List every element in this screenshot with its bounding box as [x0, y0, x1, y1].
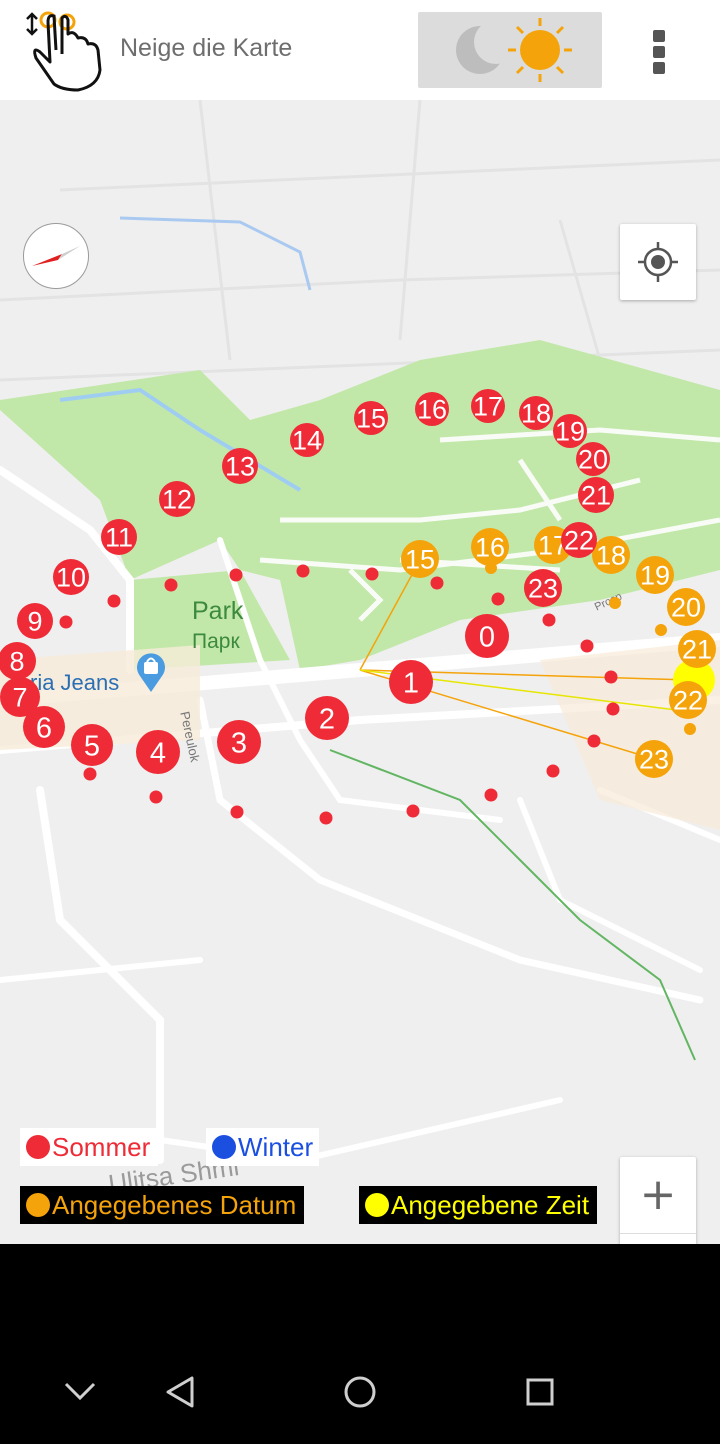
summer-marker-label: 12 — [162, 485, 192, 515]
summer-minor-dot — [580, 639, 594, 653]
system-nav-bar — [0, 1340, 720, 1440]
summer-marker-label: 14 — [292, 426, 322, 456]
summer-minor-dot — [587, 734, 601, 748]
summer-minor-dot — [430, 576, 444, 590]
date-marker-label: 22 — [673, 686, 703, 716]
summer-minor-dot — [164, 578, 178, 592]
summer-minor-dot — [149, 790, 163, 804]
summer-minor-dot — [365, 567, 379, 581]
summer-marker-label: 0 — [479, 621, 495, 653]
legend-winter: Winter — [206, 1128, 320, 1166]
summer-marker-label: 15 — [356, 404, 386, 434]
summer-minor-dot — [229, 568, 243, 582]
zoom-in-button[interactable]: + — [620, 1157, 696, 1233]
date-marker-label: 19 — [640, 561, 670, 591]
summer-marker-label: 18 — [521, 399, 551, 429]
summer-marker-label: 8 — [9, 647, 24, 677]
summer-minor-dot — [542, 613, 556, 627]
summer-minor-dot — [606, 702, 620, 716]
summer-marker-label: 3 — [231, 727, 247, 759]
winter-dot-icon — [212, 1135, 236, 1159]
date-marker-label: 23 — [639, 745, 669, 775]
zoom-control: + − — [620, 1157, 696, 1244]
date-marker-label: 18 — [596, 541, 626, 571]
legend-summer: Sommer — [20, 1128, 159, 1166]
summer-minor-dot — [59, 615, 73, 629]
summer-minor-dot — [406, 804, 420, 818]
recents-icon[interactable] — [526, 1378, 554, 1406]
summer-dot-icon — [26, 1135, 50, 1159]
summer-minor-dot — [319, 811, 333, 825]
back-icon[interactable] — [166, 1376, 194, 1408]
date-minor-dot — [655, 624, 667, 636]
summer-minor-dot — [107, 594, 121, 608]
summer-minor-dot — [230, 805, 244, 819]
zoom-out-button[interactable]: − — [620, 1233, 696, 1244]
summer-minor-dot — [604, 670, 618, 684]
legend-summer-label: Sommer — [52, 1131, 151, 1162]
summer-marker-label: 16 — [417, 395, 447, 425]
menu-icon[interactable] — [640, 24, 680, 78]
sun-path-markers: 15 16 17 1819202122230123456789101112131415… — [0, 389, 716, 825]
summer-marker-label: 21 — [581, 481, 611, 511]
legend-date-label: Angegebenes Datum — [52, 1189, 297, 1220]
day-night-toggle[interactable] — [418, 12, 602, 88]
time-dot-icon — [365, 1193, 389, 1217]
summer-marker-label: 5 — [84, 730, 100, 762]
summer-minor-dot — [296, 564, 310, 578]
legend-time: Angegebene Zeit — [359, 1186, 598, 1224]
hand-tilt-icon[interactable] — [18, 10, 106, 92]
summer-marker-label: 1 — [403, 667, 419, 699]
legend-date: Angegebenes Datum — [20, 1186, 305, 1224]
summer-marker-label: 17 — [473, 392, 503, 422]
sun-icon — [508, 18, 572, 82]
legend-winter-label: Winter — [238, 1131, 314, 1162]
summer-marker-label: 20 — [578, 445, 608, 475]
summer-marker-label: 2 — [319, 703, 335, 735]
legend-time-label: Angegebene Zeit — [391, 1189, 590, 1220]
my-location-icon[interactable] — [620, 224, 696, 300]
hide-keyboard-icon[interactable] — [64, 1382, 96, 1401]
date-marker-label: 21 — [682, 635, 712, 665]
date-minor-dot — [609, 597, 621, 609]
summer-marker-label: 13 — [225, 452, 255, 482]
date-marker-label: 15 — [405, 545, 435, 575]
date-minor-dot — [684, 723, 696, 735]
summer-minor-dot — [546, 764, 560, 778]
summer-minor-dot — [484, 788, 498, 802]
date-marker-label: 20 — [671, 593, 701, 623]
date-marker-label: 16 — [475, 533, 505, 563]
page-title: Neige die Karte — [120, 34, 293, 62]
home-icon[interactable] — [344, 1376, 376, 1408]
compass-icon[interactable] — [23, 223, 89, 289]
summer-marker-label: 22 — [564, 526, 594, 556]
date-dot-icon — [26, 1193, 50, 1217]
summer-minor-dot — [491, 592, 505, 606]
summer-marker-label: 10 — [56, 563, 86, 593]
app-bar: Neige die Karte — [0, 0, 720, 100]
map-view[interactable]: Park Парк ria Jeans Pereulok Prosp Ulits… — [0, 100, 720, 1244]
summer-marker-label: 6 — [36, 712, 52, 744]
summer-marker-label: 7 — [12, 683, 27, 713]
summer-marker-label: 4 — [150, 737, 166, 769]
summer-marker-label: 23 — [528, 574, 558, 604]
summer-marker-label: 9 — [27, 607, 42, 637]
summer-marker-label: 19 — [555, 417, 585, 447]
summer-minor-dot — [83, 767, 97, 781]
summer-marker-label: 11 — [105, 523, 133, 553]
